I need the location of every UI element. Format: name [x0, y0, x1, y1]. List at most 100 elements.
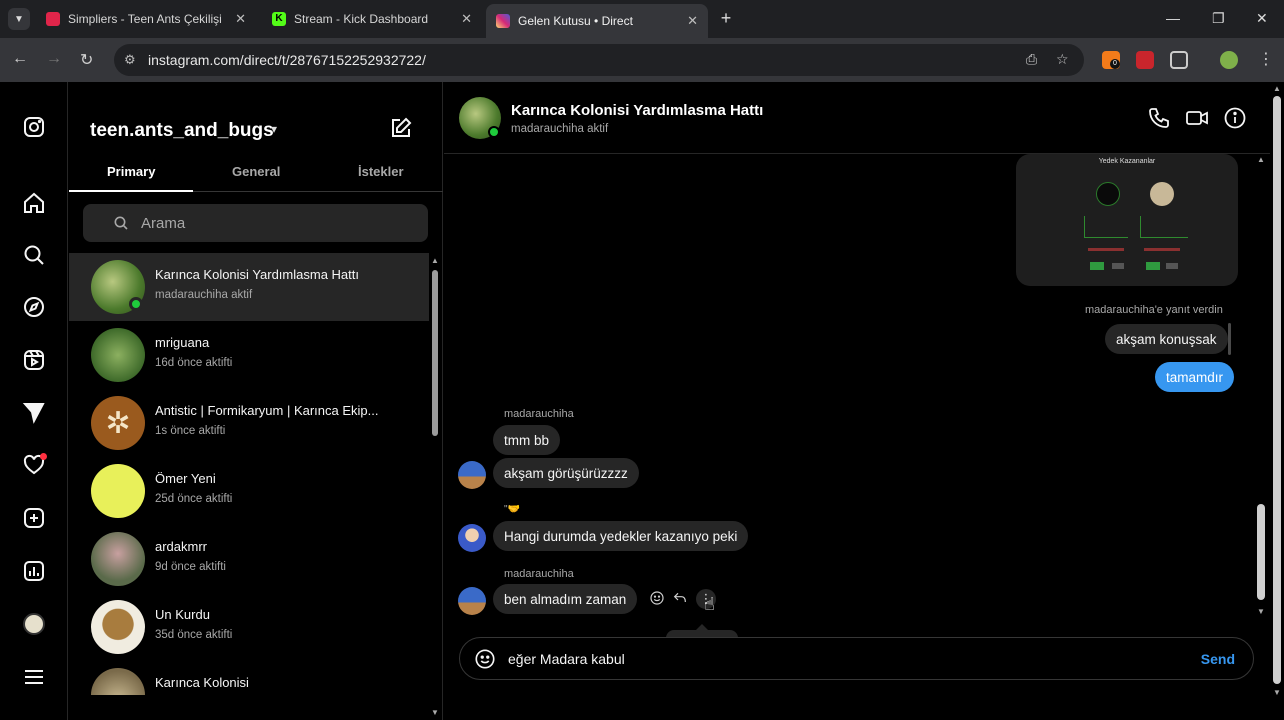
scroll-down-arrow-icon[interactable]: ▼ — [431, 708, 439, 717]
extension-badge-icon[interactable]: 0 — [1102, 51, 1120, 69]
avatar — [91, 464, 145, 518]
scrollbar-thumb[interactable] — [1273, 96, 1281, 684]
browser-toolbar: ← → ↻ ⚙ instagram.com/direct/t/287671522… — [0, 38, 1284, 82]
messages-paper-plane-icon[interactable] — [20, 398, 48, 426]
info-icon[interactable] — [1223, 106, 1249, 132]
scroll-down-arrow-icon[interactable]: ▼ — [1273, 688, 1281, 697]
tab-requests[interactable]: İstekler — [358, 164, 404, 179]
reply-quote-bar — [1228, 323, 1231, 355]
scrollbar-thumb[interactable] — [1257, 504, 1265, 600]
create-plus-icon[interactable] — [20, 504, 48, 532]
preview-box-right — [1140, 216, 1188, 238]
message-composer[interactable]: eğer Madara kabul Send — [459, 637, 1254, 680]
conversation-item[interactable]: Karınca Kolonisi — [69, 661, 429, 695]
close-tab-icon[interactable]: ✕ — [687, 13, 698, 29]
back-arrow-icon[interactable]: ← — [12, 50, 28, 68]
bookmark-star-icon[interactable]: ☆ — [1056, 51, 1069, 68]
conversation-list-panel: teen.ants_and_bugs ▾ Primary General İst… — [69, 82, 443, 720]
conversation-item[interactable]: ✲ Antistic | Formikaryum | Karınca Ekip.… — [69, 389, 429, 457]
profile-avatar[interactable] — [1220, 51, 1238, 69]
mouse-pointer-icon: ☝ — [704, 594, 715, 614]
search-icon[interactable] — [20, 241, 48, 269]
reload-icon[interactable]: ↻ — [80, 50, 93, 70]
message-input[interactable]: eğer Madara kabul — [508, 651, 625, 667]
conversation-item[interactable]: Ömer Yeni 25d önce aktifti — [69, 457, 429, 525]
conversation-status: 25d önce aktifti — [155, 493, 233, 505]
preview-button — [1166, 263, 1178, 269]
scroll-down-arrow-icon[interactable]: ▼ — [1257, 607, 1265, 616]
phone-call-icon[interactable] — [1147, 106, 1173, 132]
address-bar[interactable]: ⚙ instagram.com/direct/t/287671522529327… — [114, 44, 1084, 76]
reply-arrow-icon[interactable] — [672, 590, 690, 608]
preview-button — [1090, 262, 1104, 270]
avatar — [91, 532, 145, 586]
conversation-name: Ömer Yeni — [155, 471, 216, 486]
home-icon[interactable] — [20, 189, 48, 217]
notifications-heart-icon[interactable] — [20, 451, 48, 479]
conversation-status: 9d önce aktifti — [155, 561, 226, 573]
search-input[interactable]: Arama — [83, 204, 428, 242]
profile-avatar[interactable] — [20, 610, 48, 638]
react-emoji-icon[interactable] — [649, 590, 667, 608]
tab-search-button[interactable]: ▼ — [8, 8, 30, 30]
site-info-icon[interactable]: ⚙ — [124, 52, 136, 68]
scrollbar-thumb[interactable] — [432, 270, 438, 436]
message-bubble-received[interactable]: akşam görüşürüzzzz — [493, 458, 639, 488]
reels-icon[interactable] — [20, 346, 48, 374]
conversation-item[interactable]: Karınca Kolonisi Yardımlasma Hattı madar… — [69, 253, 429, 321]
emoji-picker-icon[interactable] — [474, 648, 496, 670]
pdf-extension-icon[interactable] — [1136, 51, 1154, 69]
restore-icon[interactable]: ❐ — [1212, 10, 1225, 27]
close-window-icon[interactable]: ✕ — [1256, 10, 1268, 27]
browser-tab-kick[interactable]: K Stream - Kick Dashboard ✕ — [262, 4, 482, 34]
more-menu-icon[interactable] — [20, 663, 48, 691]
close-tab-icon[interactable]: ✕ — [235, 11, 246, 27]
conversation-item[interactable]: ardakmrr 9d önce aktifti — [69, 525, 429, 593]
message-avatar[interactable] — [458, 587, 486, 615]
instagram-logo-icon[interactable] — [20, 113, 48, 141]
message-avatar[interactable] — [458, 524, 486, 552]
install-app-icon[interactable]: ⎙ — [1026, 51, 1037, 68]
scroll-up-arrow-icon[interactable]: ▲ — [431, 256, 439, 265]
forward-arrow-icon[interactable]: → — [46, 50, 62, 68]
conversation-name: mriguana — [155, 335, 210, 350]
new-tab-button[interactable]: + — [716, 8, 736, 29]
scroll-up-arrow-icon[interactable]: ▲ — [1273, 84, 1281, 93]
tab-primary[interactable]: Primary — [107, 164, 155, 179]
close-tab-icon[interactable]: ✕ — [461, 11, 472, 27]
instagram-favicon-icon — [496, 14, 510, 28]
conversation-item[interactable]: mriguana 16d önce aktifti — [69, 321, 429, 389]
chat-scrollbar[interactable]: ▲ ▼ — [1255, 155, 1267, 617]
message-bubble-received[interactable]: ben almadım zaman — [493, 584, 638, 614]
account-name[interactable]: teen.ants_and_bugs — [90, 120, 274, 142]
explore-compass-icon[interactable] — [20, 293, 48, 321]
new-message-edit-icon[interactable] — [389, 116, 413, 140]
conversation-status: 35d önce aktifti — [155, 629, 233, 641]
puzzle-extensions-icon[interactable] — [1170, 51, 1188, 69]
dashboard-chart-icon[interactable] — [20, 557, 48, 585]
active-tab-indicator — [69, 190, 193, 192]
message-bubble-sent[interactable]: tamamdır — [1155, 362, 1235, 392]
scroll-up-arrow-icon[interactable]: ▲ — [1257, 155, 1265, 164]
conversation-item[interactable]: Un Kurdu 35d önce aktifti — [69, 593, 429, 661]
browser-tab-simpliers[interactable]: Simpliers - Teen Ants Çekilişi ✕ — [36, 4, 256, 34]
url-text: instagram.com/direct/t/28767152252932722… — [148, 52, 426, 68]
browser-tab-instagram[interactable]: Gelen Kutusu • Direct ✕ — [486, 4, 708, 38]
message-bubble-received[interactable]: tmm bb — [493, 425, 561, 455]
shared-image-preview[interactable]: Yedek Kazananlar — [1016, 154, 1238, 286]
message-avatar[interactable] — [458, 461, 486, 489]
message-bubble-received[interactable]: Hangi durumda yedekler kazanıyo peki — [493, 521, 749, 551]
message-bubble-received-quoted[interactable]: akşam konuşsak — [1105, 324, 1228, 354]
page-scrollbar[interactable]: ▲ ▼ — [1270, 82, 1284, 720]
kick-favicon-icon: K — [272, 12, 286, 26]
send-button[interactable]: Send — [1201, 651, 1235, 667]
conversation-list-scrollbar[interactable]: ▲ ▼ — [431, 256, 439, 718]
browser-menu-icon[interactable]: ⋮ — [1258, 49, 1274, 69]
video-call-icon[interactable] — [1185, 106, 1211, 132]
tab-general[interactable]: General — [232, 164, 280, 179]
chat-title[interactable]: Karınca Kolonisi Yardımlasma Hattı — [511, 102, 763, 119]
tab-title: Gelen Kutusu • Direct — [518, 14, 633, 28]
simpliers-favicon-icon — [46, 12, 60, 26]
minimize-icon[interactable]: — — [1166, 10, 1180, 26]
chevron-down-icon[interactable]: ▾ — [271, 122, 277, 136]
